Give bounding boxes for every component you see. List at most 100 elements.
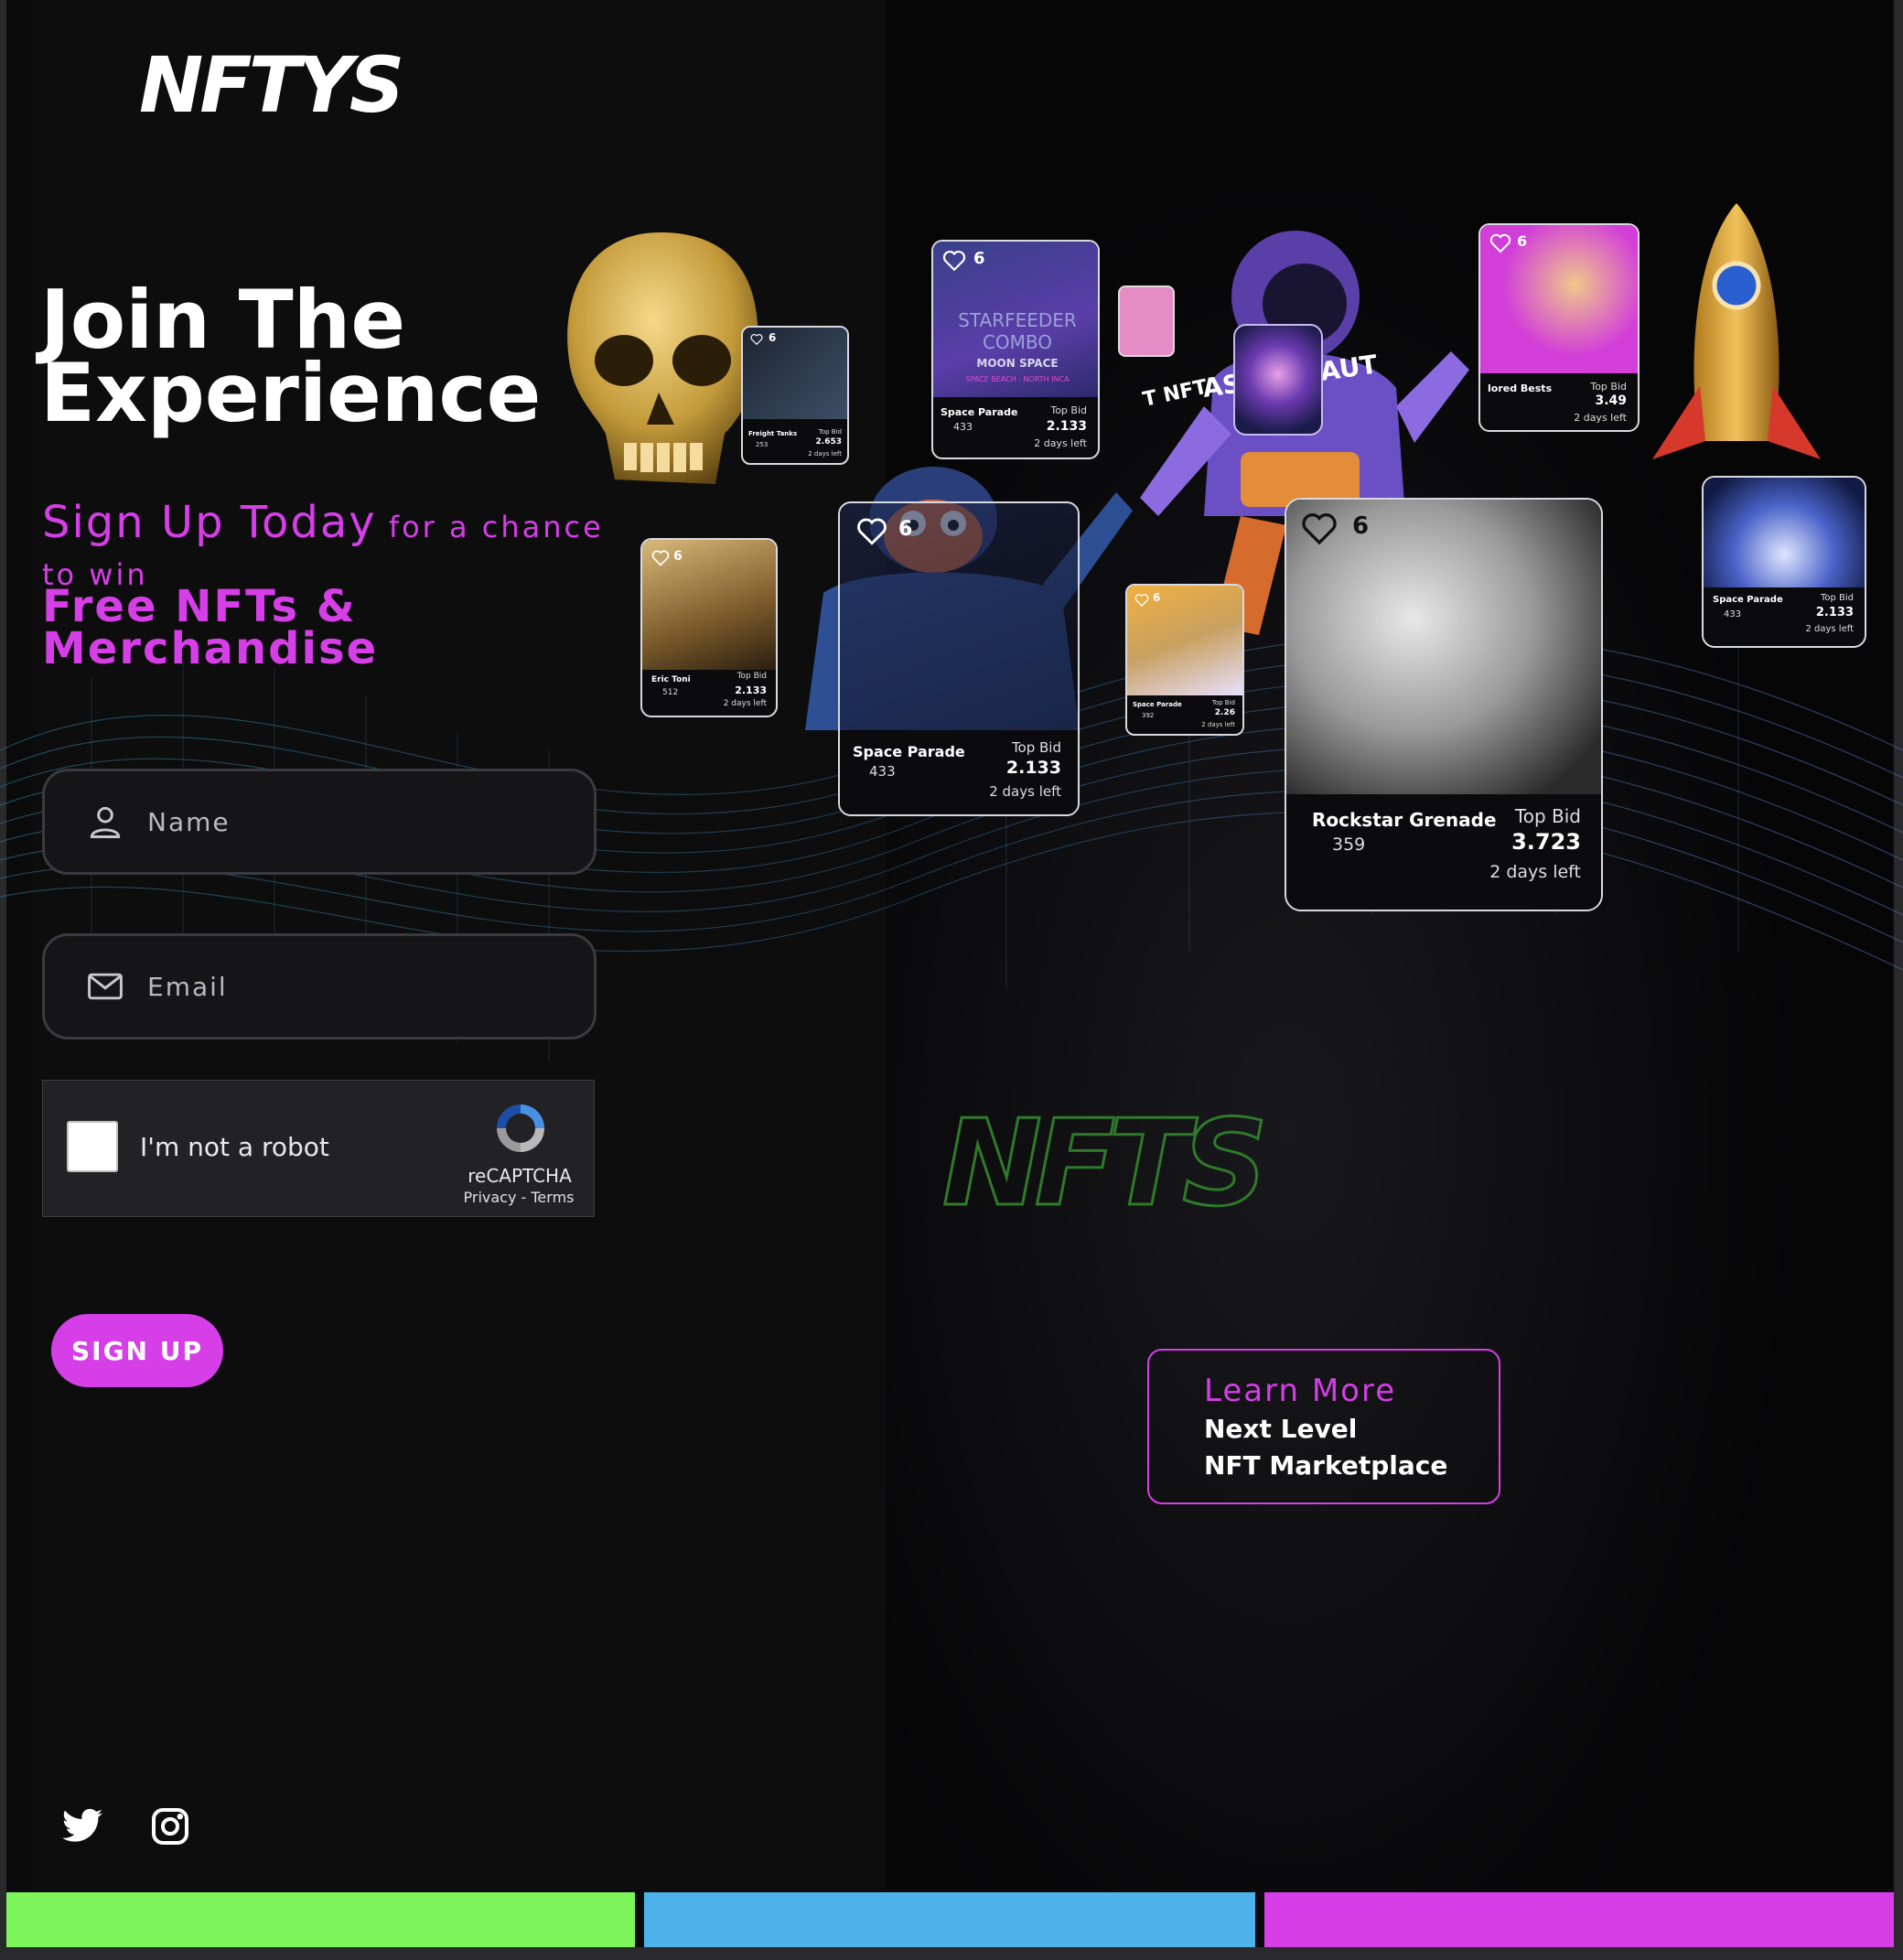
nft-card-top-bid-label: Top Bid <box>1211 699 1235 706</box>
nft-card-top-bid-label: Top Bid <box>1820 593 1854 603</box>
nft-card-days-left: 2 days left <box>808 450 842 458</box>
nft-card-bid-value: 2.133 <box>1046 419 1087 434</box>
nft-card-art <box>1704 478 1865 587</box>
user-icon <box>90 806 121 838</box>
email-field[interactable] <box>42 933 597 1039</box>
nft-card-name: Rockstar Grenade <box>1312 809 1497 831</box>
nft-card[interactable]: Space Parade 433 Top Bid 2.133 2 days le… <box>838 501 1080 816</box>
footer-bar-green <box>6 1892 635 1947</box>
nfts-graffiti-logo: NFTS <box>941 1094 1271 1234</box>
learn-more-line-2: NFT Marketplace <box>1204 1450 1448 1481</box>
twitter-icon[interactable] <box>60 1804 104 1848</box>
recaptcha-logo-icon <box>497 1104 544 1152</box>
nft-card-days-left: 2 days left <box>1201 721 1235 728</box>
prize-text: Free NFTs & Merchandise <box>42 581 628 674</box>
nft-card-name: lored Bests <box>1488 382 1553 394</box>
heart-icon[interactable] <box>856 516 887 547</box>
favorite-count: 6 <box>769 331 777 344</box>
nft-card-top-bid-label: Top Bid <box>1011 739 1061 756</box>
nft-card-bid-value: 3.49 <box>1595 393 1627 408</box>
prize-line-2: Merchandise <box>42 623 379 674</box>
favorite-count: 6 <box>673 549 683 564</box>
art-subtitle-2: SPACE BEACH · NORTH INCA <box>965 375 1070 383</box>
nft-card-likes: 392 <box>1142 712 1155 719</box>
nft-card-days-left: 2 days left <box>1574 412 1627 424</box>
footer-bar-blue <box>644 1892 1255 1947</box>
nft-card[interactable]: 6 Rockstar Grenade 359 Top Bid 3.723 2 d… <box>1285 498 1603 911</box>
galaxy-card-art <box>1233 324 1323 436</box>
nft-card-days-left: 2 days left <box>1489 862 1581 882</box>
astronaut-prefix: T NFT <box>1141 376 1210 412</box>
name-input[interactable] <box>145 805 533 838</box>
learn-more-card[interactable]: Learn More Next Level NFT Marketplace <box>1147 1349 1500 1504</box>
heart-icon[interactable] <box>1301 511 1338 547</box>
nft-card-likes: 253 <box>756 441 769 448</box>
recaptcha-links[interactable]: Privacy - Terms <box>455 1189 583 1206</box>
recaptcha-brand: reCAPTCHA <box>468 1165 572 1187</box>
golden-skull-art <box>567 232 758 484</box>
favorite-count: 6 <box>1517 232 1528 250</box>
nft-card-days-left: 2 days left <box>1805 624 1854 634</box>
nft-card-likes: 433 <box>1724 609 1742 619</box>
heart-icon[interactable] <box>942 249 966 273</box>
nft-card-days-left: 2 days left <box>989 783 1061 800</box>
nft-card-bid-value: 2.653 <box>815 437 842 447</box>
learn-more-title: Learn More <box>1204 1373 1397 1409</box>
favorite-count: 6 <box>1153 591 1161 604</box>
favorite-count: 6 <box>973 249 985 268</box>
favorite-count: 6 <box>898 518 913 541</box>
nft-card-meta: Rockstar Grenade 359 Top Bid 3.723 2 day… <box>1286 794 1601 910</box>
nft-card-days-left: 2 days left <box>723 699 767 708</box>
graffiti-text: NFTS <box>942 1094 1262 1233</box>
email-input[interactable] <box>145 970 533 1003</box>
nft-card[interactable]: STARFEEDER COMBO MOON SPACE SPACE BEACH … <box>931 240 1100 459</box>
mail-icon <box>88 973 123 1000</box>
sign-up-button[interactable]: SIGN UP <box>51 1314 223 1387</box>
nft-card-meta: Space Parade 433 Top Bid 2.133 2 days le… <box>840 730 1078 814</box>
headline-line-2: Experience <box>40 346 542 440</box>
rocket-art <box>1652 203 1821 459</box>
nft-card-bid-value: 2.26 <box>1214 708 1235 717</box>
small-pink-art <box>1118 285 1175 357</box>
heart-icon[interactable] <box>750 333 763 346</box>
heart-icon[interactable] <box>1134 593 1149 608</box>
prize-line-1: Free NFTs & <box>42 581 357 632</box>
nft-card-name: Eric Toni <box>651 675 691 684</box>
nft-card-likes: 433 <box>869 763 896 780</box>
recaptcha-widget: I'm not a robot reCAPTCHA Privacy - Term… <box>42 1080 595 1217</box>
nft-card-likes: 433 <box>953 421 973 433</box>
nft-card-top-bid-label: Top Bid <box>1590 381 1627 393</box>
name-field[interactable] <box>42 769 597 875</box>
nft-card-top-bid-label: Top Bid <box>1050 404 1087 416</box>
window-bottom-edge <box>0 1947 1903 1960</box>
nft-card-bid-value: 2.133 <box>735 684 767 696</box>
nft-card-name: Space Parade <box>853 743 965 760</box>
nft-card-bid-value: 2.133 <box>1005 758 1061 778</box>
art-subtitle: MOON SPACE <box>976 357 1059 370</box>
instagram-icon[interactable] <box>148 1804 192 1848</box>
nft-card-top-bid-label: Top Bid <box>1514 805 1581 827</box>
footer-bar-magenta <box>1264 1892 1894 1947</box>
nft-card-name: Space Parade <box>941 406 1018 418</box>
nft-card-bid-value: 2.133 <box>1815 606 1854 619</box>
nft-card-name: Freight Tanks <box>748 430 798 437</box>
nft-card[interactable]: Space Parade 433 Top Bid 2.133 2 days le… <box>1702 476 1866 648</box>
tagline-big: Sign Up Today <box>42 497 377 548</box>
nft-card[interactable]: 6 lored Bests Top Bid 3.49 2 days left <box>1478 223 1640 432</box>
heart-icon[interactable] <box>1489 232 1511 254</box>
nft-card-name: Space Parade <box>1713 595 1783 605</box>
recaptcha-checkbox[interactable] <box>67 1121 118 1172</box>
nft-card-name: Space Parade <box>1133 701 1182 708</box>
nft-card-days-left: 2 days left <box>1034 437 1087 449</box>
nft-card-top-bid-label: Top Bid <box>818 428 842 436</box>
nft-card[interactable]: 6 Eric Toni 512 Top Bid 2.133 2 days lef… <box>640 538 778 717</box>
nft-card-top-bid-label: Top Bid <box>736 672 767 681</box>
nft-card[interactable]: 6 Freight Tanks 253 Top Bid 2.653 2 days… <box>741 326 849 465</box>
nft-card-bid-value: 3.723 <box>1511 829 1581 855</box>
heart-icon[interactable] <box>651 549 670 567</box>
art-title: STARFEEDER COMBO <box>958 309 1077 353</box>
recaptcha-label: I'm not a robot <box>140 1132 329 1162</box>
nftys-logo[interactable]: NFTYS <box>139 46 404 124</box>
learn-more-line-1: Next Level <box>1204 1414 1358 1444</box>
nft-card[interactable]: 6 Space Parade 392 Top Bid 2.26 2 days l… <box>1125 584 1244 736</box>
